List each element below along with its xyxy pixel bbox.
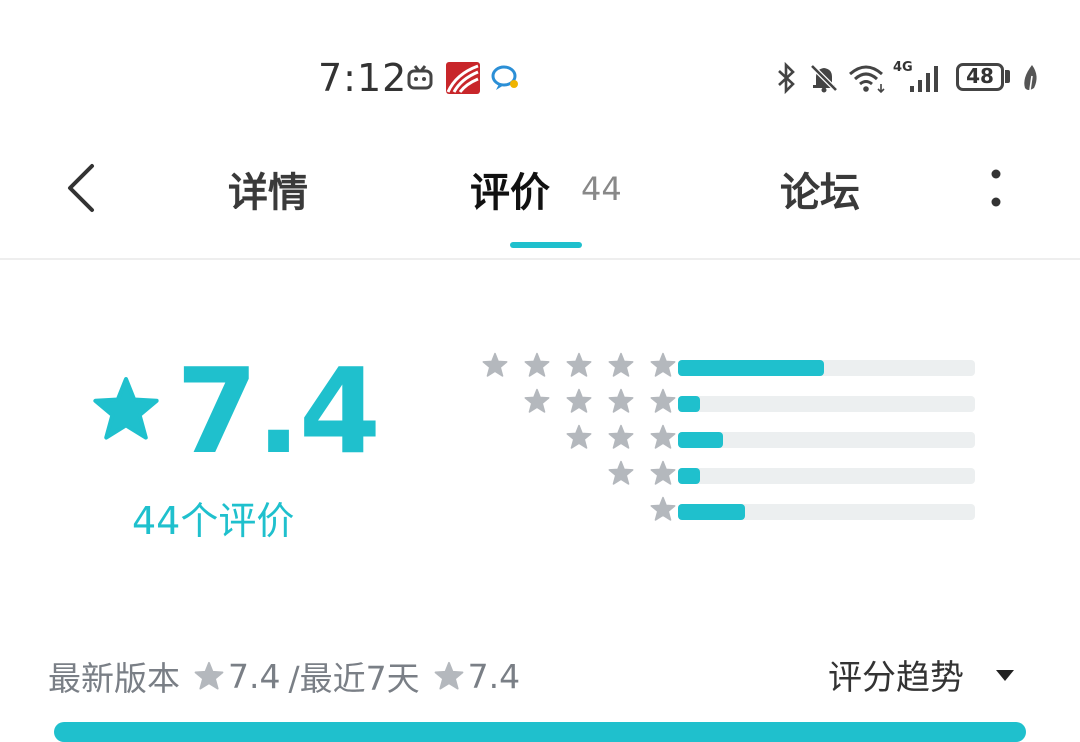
recent-score: 7.4 xyxy=(467,656,521,696)
distribution-row-2-star xyxy=(460,460,980,490)
star-icon xyxy=(650,460,676,485)
star-icon xyxy=(434,661,464,690)
active-tab-indicator xyxy=(510,242,582,248)
row-stars xyxy=(524,388,676,418)
tab-reviews-count: 44 xyxy=(581,170,622,208)
star-icon xyxy=(566,424,592,449)
star-icon xyxy=(608,460,634,485)
battery-tip xyxy=(1005,70,1010,83)
star-icon xyxy=(650,496,676,521)
recent-label: /最近7天 xyxy=(288,659,420,698)
chevron-left-icon[interactable] xyxy=(56,160,104,216)
more-vertical-icon[interactable] xyxy=(980,166,1012,210)
distribution-bar-track xyxy=(678,504,975,520)
row-stars xyxy=(566,424,676,454)
distribution-row-1-star xyxy=(460,496,980,526)
latest-version-label: 最新版本 xyxy=(48,659,180,698)
star-icon xyxy=(524,388,550,413)
rating-trend-dropdown[interactable]: 评分趋势 xyxy=(828,650,1016,699)
star-icon xyxy=(524,352,550,377)
star-icon xyxy=(194,661,224,690)
rating-count: 44个评价 xyxy=(132,499,295,543)
average-score: 7.4 xyxy=(176,342,381,480)
distribution-row-3-star xyxy=(460,424,980,454)
star-icon xyxy=(650,388,676,413)
header-divider xyxy=(0,258,1080,260)
tab-forum[interactable]: 论坛 xyxy=(780,160,860,218)
bell-muted-icon xyxy=(810,64,838,93)
star-icon xyxy=(650,352,676,377)
distribution-bar-fill xyxy=(678,468,701,484)
rating-trend-label: 评分趋势 xyxy=(828,658,964,698)
status-time: 7:12 xyxy=(318,56,408,100)
app-icon xyxy=(446,62,480,94)
row-stars xyxy=(608,460,676,490)
distribution-bar-track xyxy=(678,396,975,412)
wifi-icon xyxy=(849,65,885,94)
star-icon xyxy=(608,424,634,449)
distribution-bar-track xyxy=(678,360,975,376)
rating-distribution xyxy=(460,352,980,532)
star-icon xyxy=(566,352,592,377)
tv-icon xyxy=(407,65,433,90)
star-icon xyxy=(608,388,634,413)
caret-down-icon xyxy=(996,669,1014,681)
signal-icon xyxy=(910,66,938,92)
distribution-bar-track xyxy=(678,432,975,448)
bottom-accent-bar xyxy=(54,722,1026,742)
distribution-bar-fill xyxy=(678,504,745,520)
star-icon xyxy=(650,424,676,449)
row-stars xyxy=(482,352,676,382)
leaf-icon xyxy=(1024,65,1037,91)
tab-reviews[interactable]: 评价 xyxy=(470,160,550,218)
battery-level: 48 xyxy=(966,64,994,88)
star-icon xyxy=(608,352,634,377)
distribution-bar-fill xyxy=(678,432,723,448)
latest-version-score: 7.4 xyxy=(228,656,281,696)
distribution-row-4-star xyxy=(460,388,980,418)
distribution-bar-fill xyxy=(678,360,824,376)
star-icon xyxy=(566,388,592,413)
bluetooth-icon xyxy=(778,62,795,94)
star-icon xyxy=(93,377,159,440)
distribution-bar-track xyxy=(678,468,975,484)
star-icon xyxy=(482,352,508,377)
row-stars xyxy=(650,496,676,526)
chat-icon xyxy=(491,65,518,90)
tab-details[interactable]: 详情 xyxy=(228,160,308,218)
distribution-bar-fill xyxy=(678,396,701,412)
version-rating-info: 最新版本 7.4 /最近7天 7.4 xyxy=(48,652,520,700)
distribution-row-5-star xyxy=(460,352,980,382)
